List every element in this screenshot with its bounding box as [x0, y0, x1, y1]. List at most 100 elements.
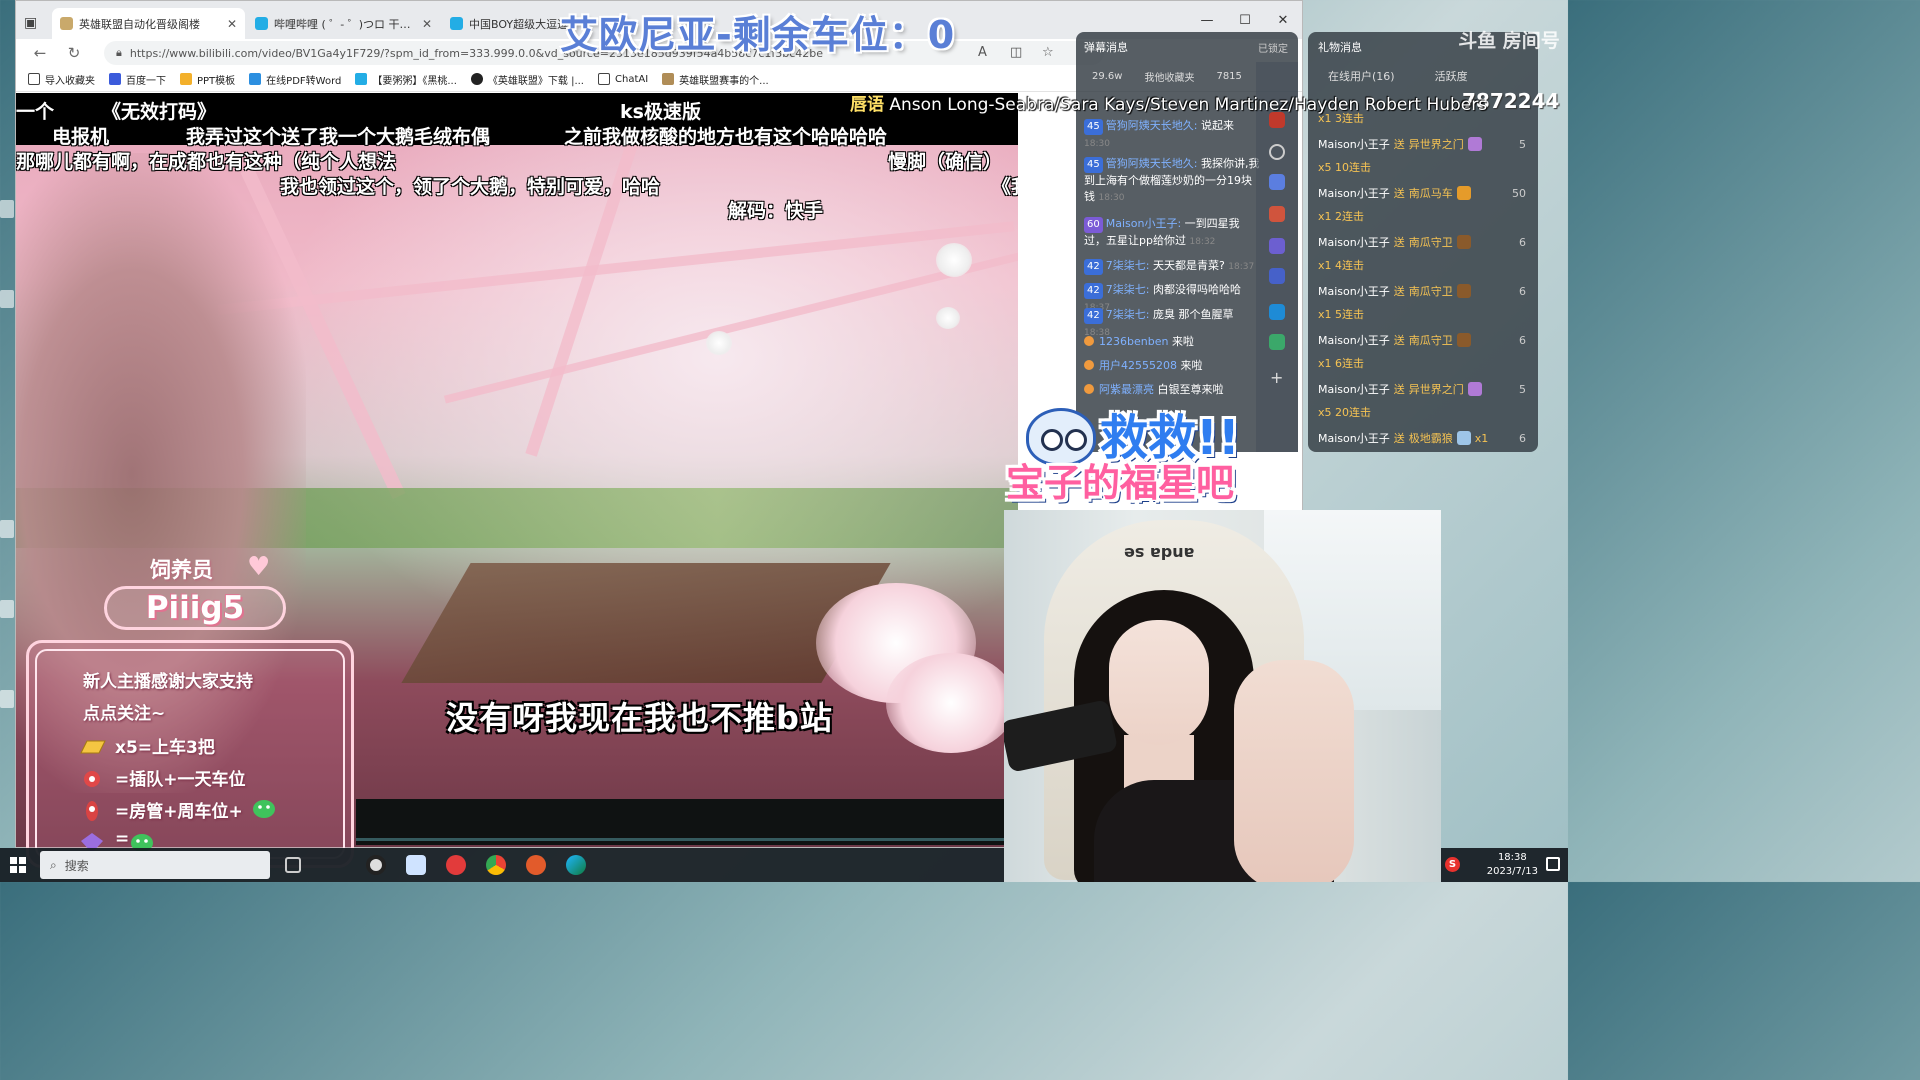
- gift-user[interactable]: Maison小王子: [1318, 381, 1390, 397]
- netease-music-icon[interactable]: [446, 855, 466, 875]
- gift-user[interactable]: Maison小王子: [1318, 234, 1390, 250]
- gift-action: 送: [1393, 236, 1405, 249]
- desktop-icon[interactable]: [0, 520, 14, 538]
- bookmark-label: ChatAI: [615, 73, 649, 85]
- chat-username[interactable]: Maison小王子:: [1106, 217, 1181, 230]
- gift-row: Maison小王子送南瓜守卫 6: [1318, 232, 1532, 252]
- chat-username[interactable]: 7柒柒七:: [1106, 308, 1150, 321]
- chat-username[interactable]: 7柒柒七:: [1106, 259, 1150, 272]
- back-icon[interactable]: ←: [30, 44, 50, 62]
- bookmark-baidu[interactable]: 百度一下: [109, 72, 166, 87]
- bookmark-import[interactable]: 导入收藏夹: [28, 72, 95, 87]
- taskbar-app-icon[interactable]: [526, 855, 546, 875]
- market-table: [401, 563, 891, 683]
- reload-icon[interactable]: ↻: [64, 44, 84, 62]
- gift-combo: x1 5连击: [1318, 308, 1365, 321]
- desktop-icon[interactable]: [0, 600, 14, 618]
- taskbar-search[interactable]: ⌕ 搜索: [40, 851, 270, 879]
- gift-count: 6: [1519, 235, 1526, 249]
- bookmark-lol-download[interactable]: 《英雄联盟》下载 |...: [470, 72, 584, 87]
- close-tab-icon[interactable]: ✕: [422, 17, 432, 31]
- lock-icon: 🔒︎: [116, 46, 122, 59]
- gift-action: 送: [1393, 432, 1405, 445]
- chat-text: 庞臭 那个鱼腥草: [1152, 308, 1234, 321]
- gift-row: Maison小王子送极地霸狼 x1 6: [1318, 428, 1532, 448]
- gift-name: 异世界之门: [1408, 138, 1464, 151]
- tab-actions-icon[interactable]: ▣: [24, 15, 52, 39]
- gift-combo: x1 2连击: [1318, 210, 1365, 223]
- tag-icon[interactable]: [1269, 174, 1285, 190]
- tab-1[interactable]: 英雄联盟自动化晋级阁楼 ✕: [52, 8, 245, 39]
- pen-icon[interactable]: [1269, 334, 1285, 350]
- bilibili-icon: [355, 73, 368, 85]
- chat-username[interactable]: 管狗阿姨天长地久:: [1106, 119, 1198, 132]
- bookmark-label: 百度一下: [126, 75, 166, 87]
- search-icon: ⌕: [50, 857, 57, 872]
- system-tray: S 18:38 2023/7/13: [1441, 848, 1568, 882]
- feishu-icon[interactable]: [406, 855, 426, 875]
- desktop-icon[interactable]: [0, 290, 14, 308]
- chat-username[interactable]: 阿紫最漂亮: [1099, 383, 1154, 396]
- chat-username[interactable]: 1236benben: [1099, 335, 1168, 348]
- search-icon[interactable]: [1269, 144, 1285, 160]
- gift-user[interactable]: Maison小王子: [1318, 430, 1390, 446]
- chat-username[interactable]: 管狗阿姨天长地久:: [1106, 157, 1198, 170]
- danmaku-item: 电报机: [52, 126, 110, 148]
- gift-count: 6: [1519, 284, 1526, 298]
- desktop-icon[interactable]: [0, 200, 14, 218]
- likes-stat: 7815: [1216, 70, 1242, 82]
- heart-icon: ♥: [247, 552, 271, 582]
- sticker-line-2: 宝子的福星吧: [1006, 461, 1235, 505]
- folder-icon[interactable]: [1269, 304, 1285, 320]
- bookmark-pdf[interactable]: 在线PDF转Word: [249, 72, 341, 87]
- gift-count: 50: [1512, 186, 1526, 200]
- gift-user[interactable]: Maison小王子: [1318, 136, 1390, 152]
- bookmark-chatai[interactable]: ChatAI: [598, 73, 648, 85]
- gift-count: 6: [1519, 431, 1526, 445]
- user-dot-icon: [1084, 384, 1094, 394]
- chat-username[interactable]: 用户42555208: [1099, 359, 1177, 372]
- sogou-input-icon[interactable]: S: [1445, 857, 1460, 872]
- read-aloud-icon[interactable]: A: [978, 45, 987, 60]
- chat-username[interactable]: 7柒柒七:: [1106, 283, 1150, 296]
- chat-entry: 阿紫最漂亮 白银至尊来啦: [1084, 382, 1260, 398]
- gift-user[interactable]: Maison小王子: [1318, 332, 1390, 348]
- gift-user[interactable]: Maison小王子: [1318, 283, 1390, 299]
- bookmark-lol-events[interactable]: 英雄联盟赛事的个...: [662, 72, 769, 87]
- bookmark-label: 《英雄联盟》下载 |...: [487, 75, 584, 87]
- desktop-icon[interactable]: [0, 690, 14, 708]
- gift-count: 5: [1519, 137, 1526, 151]
- fan-badge: 42: [1084, 259, 1103, 275]
- chrome-icon[interactable]: [486, 855, 506, 875]
- bookmark-bilibili[interactable]: 【要粥粥】《黑桃...: [355, 72, 457, 87]
- gift-tab-label[interactable]: 礼物消息: [1318, 39, 1362, 55]
- gift-user[interactable]: Maison小王子: [1318, 185, 1390, 201]
- puzzle-icon[interactable]: [1269, 238, 1285, 254]
- pdf-icon: [249, 73, 262, 85]
- chat-tab-label[interactable]: 弹幕消息: [1084, 39, 1128, 55]
- favorite-star-icon[interactable]: ☆: [1042, 45, 1054, 60]
- taskbar-clock[interactable]: 18:38 2023/7/13: [1487, 851, 1538, 879]
- waveform-line: [356, 838, 1018, 841]
- bookmark-ppt[interactable]: PPT模板: [180, 72, 235, 87]
- chair-logo-text: anda se: [1124, 544, 1195, 563]
- bookmark-label: 导入收藏夹: [45, 75, 95, 87]
- close-tab-icon[interactable]: ✕: [227, 17, 237, 31]
- task-view-icon[interactable]: [285, 857, 301, 873]
- pumpkin-guard-icon: [1456, 284, 1471, 298]
- notification-icon[interactable]: [1546, 857, 1560, 871]
- split-view-icon[interactable]: ◫: [1010, 45, 1022, 60]
- help-sticker: 救救!! 宝子的福星吧: [1004, 398, 1302, 508]
- gift-box-icon[interactable]: [1269, 206, 1285, 222]
- add-icon[interactable]: +: [1270, 368, 1283, 387]
- chat-lock-label[interactable]: 已锁定: [1258, 40, 1288, 55]
- windows-start-icon[interactable]: [10, 857, 26, 873]
- tab-2[interactable]: 哔哩哔哩 ( ゜- ゜)つロ 干杯~-bilibili ✕: [247, 8, 440, 39]
- edge-icon[interactable]: [566, 855, 586, 875]
- chat-entry: 1236benben 来啦: [1084, 334, 1260, 350]
- gift-count: 6: [1519, 333, 1526, 347]
- gold-bar-icon: [80, 740, 106, 754]
- obs-icon[interactable]: [366, 855, 386, 875]
- shield-icon[interactable]: [1269, 268, 1285, 284]
- tab-online-users[interactable]: 在线用户(16): [1328, 68, 1395, 84]
